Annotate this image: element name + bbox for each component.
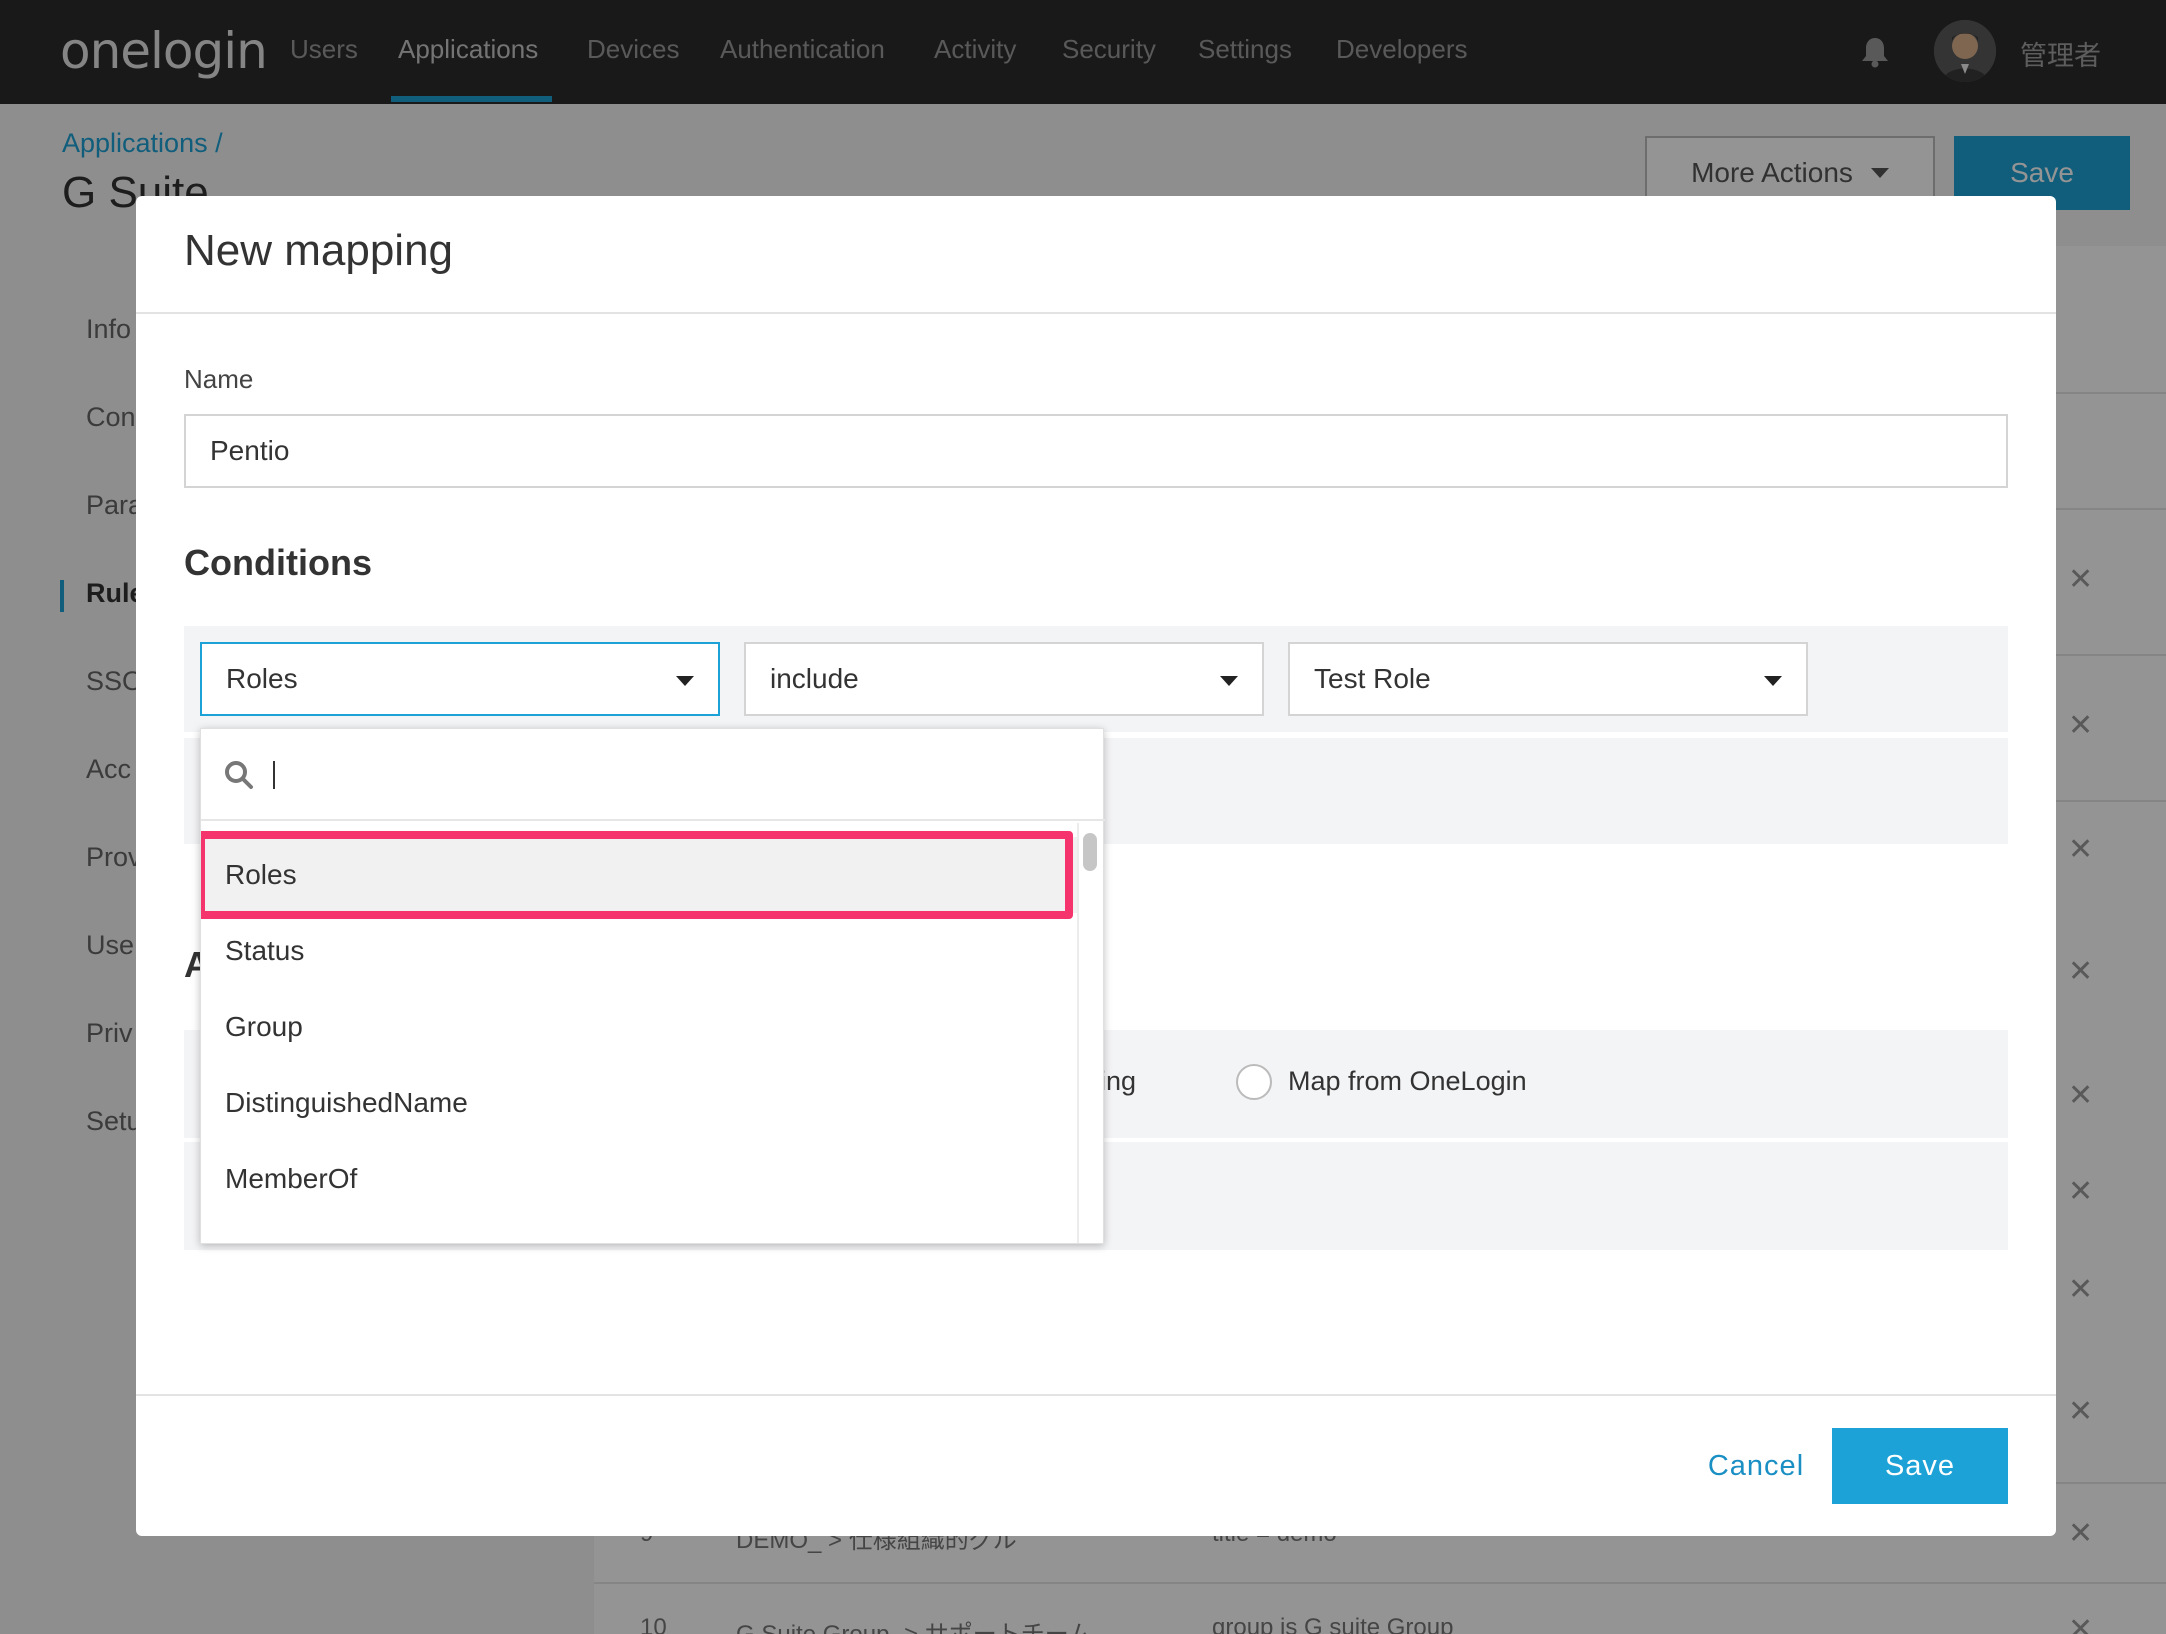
dropdown-search[interactable] — [201, 729, 1105, 821]
modal-title: New mapping — [184, 226, 454, 275]
condition-value-select[interactable]: Test Role — [1288, 642, 1808, 716]
condition-operator-select[interactable]: include — [744, 642, 1264, 716]
dropdown-option-memberof[interactable]: MemberOf — [201, 1141, 1077, 1217]
modal-footer-divider — [136, 1394, 2056, 1396]
option-label: MemberOf — [225, 1163, 358, 1194]
chevron-down-icon — [676, 676, 694, 686]
condition-operator-value: include — [770, 663, 859, 694]
chevron-down-icon — [1220, 676, 1238, 686]
new-mapping-modal: New mapping Name Conditions Roles includ… — [136, 196, 2056, 1536]
dropdown-option-status[interactable]: Status — [201, 913, 1077, 989]
cancel-button[interactable]: Cancel — [1656, 1428, 1856, 1504]
condition-value-value: Test Role — [1314, 663, 1431, 694]
dropdown-option-group[interactable]: Group — [201, 989, 1077, 1065]
chevron-down-icon — [1764, 676, 1782, 686]
search-icon — [225, 761, 253, 789]
dropdown-option-distinguishedname[interactable]: DistinguishedName — [201, 1065, 1077, 1141]
map-from-onelogin-radio[interactable] — [1236, 1064, 1272, 1100]
dropdown-scrollbar[interactable] — [1083, 833, 1097, 871]
highlight-annotation-box — [201, 831, 1073, 919]
option-label: DistinguishedName — [225, 1087, 468, 1118]
radio-label-partial: ing — [1100, 1066, 1137, 1096]
modal-header-divider — [136, 312, 2056, 314]
condition-field-value: Roles — [226, 663, 298, 694]
text-cursor — [273, 761, 275, 789]
map-from-onelogin-label[interactable]: Map from OneLogin — [1288, 1066, 1527, 1097]
option-label: Group — [225, 1011, 303, 1042]
condition-field-select[interactable]: Roles — [200, 642, 720, 716]
option-label: Status — [225, 935, 305, 966]
dropdown-options-list[interactable]: Roles Status Group DistinguishedName Mem… — [201, 823, 1079, 1243]
conditions-title: Conditions — [184, 542, 372, 583]
save-button[interactable]: Save — [1832, 1428, 2008, 1504]
name-label: Name — [184, 364, 254, 394]
condition-field-dropdown: Roles Status Group DistinguishedName Mem… — [200, 728, 1105, 1244]
name-input[interactable] — [184, 414, 2008, 488]
